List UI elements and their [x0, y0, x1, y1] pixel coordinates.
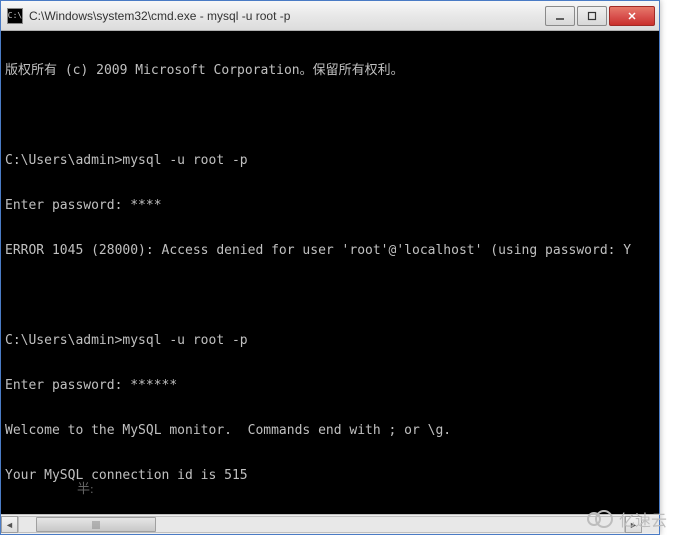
- resize-grip[interactable]: [642, 516, 659, 533]
- terminal-line: ERROR 1045 (28000): Access denied for us…: [5, 243, 655, 258]
- terminal-line: Your MySQL connection id is 515: [5, 468, 655, 483]
- terminal-line: C:\Users\admin>mysql -u root -p: [5, 333, 655, 348]
- close-button[interactable]: [609, 6, 655, 26]
- terminal-line: [5, 288, 655, 303]
- terminal-line: Welcome to the MySQL monitor. Commands e…: [5, 423, 655, 438]
- maximize-icon: [587, 11, 597, 21]
- terminal-line: C:\Users\admin>mysql -u root -p: [5, 153, 655, 168]
- minimize-icon: [555, 11, 565, 21]
- window-controls: [543, 6, 655, 26]
- minimize-button[interactable]: [545, 6, 575, 26]
- scroll-track[interactable]: [18, 516, 625, 533]
- horizontal-scrollbar: ◄ ►: [1, 514, 659, 534]
- app-icon: C:\: [7, 8, 23, 24]
- terminal-line: Enter password: ******: [5, 378, 655, 393]
- maximize-button[interactable]: [577, 6, 607, 26]
- terminal-line: 版权所有 (c) 2009 Microsoft Corporation。保留所有…: [5, 63, 655, 78]
- scroll-right-button[interactable]: ►: [625, 516, 642, 533]
- terminal-output[interactable]: 版权所有 (c) 2009 Microsoft Corporation。保留所有…: [1, 31, 659, 514]
- terminal-line: Enter password: ****: [5, 198, 655, 213]
- scroll-thumb[interactable]: [36, 517, 156, 532]
- scroll-left-button[interactable]: ◄: [1, 516, 18, 533]
- command-prompt-window: C:\ C:\Windows\system32\cmd.exe - mysql …: [0, 0, 660, 535]
- titlebar[interactable]: C:\ C:\Windows\system32\cmd.exe - mysql …: [1, 1, 659, 31]
- terminal-line: [5, 108, 655, 123]
- window-title: C:\Windows\system32\cmd.exe - mysql -u r…: [29, 9, 543, 23]
- terminal-line: Server version: 5.7.20-log MySQL Communi…: [5, 513, 655, 514]
- ime-status-text: 半:: [77, 481, 94, 496]
- close-icon: [627, 11, 637, 21]
